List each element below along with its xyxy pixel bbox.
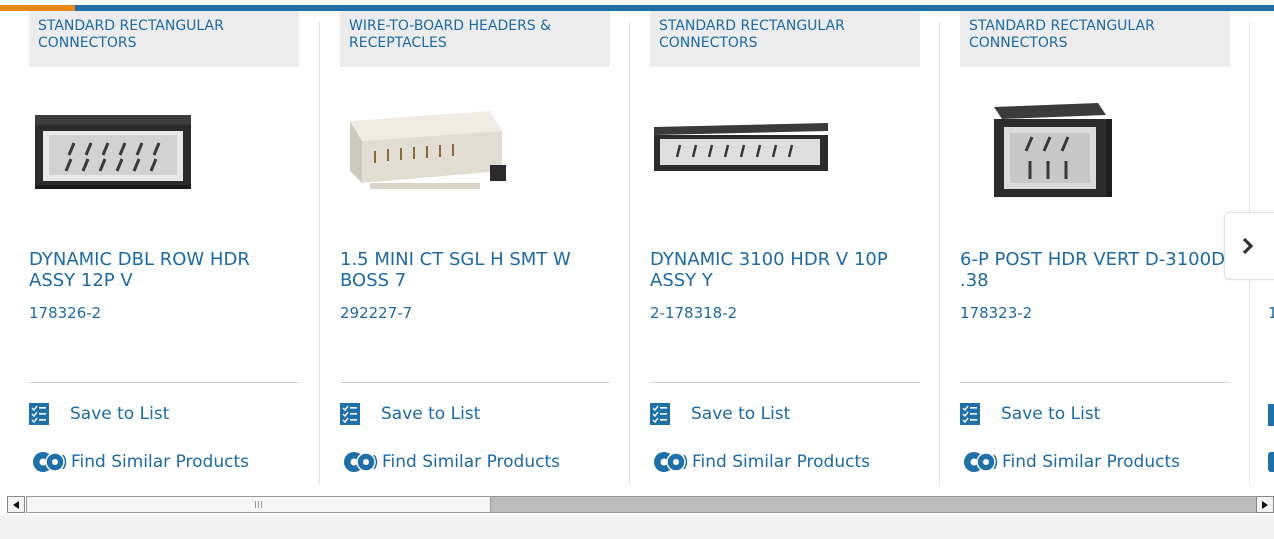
save-to-list-label: Save to List [691, 404, 791, 424]
product-category[interactable]: STANDARD RECTANGULAR CONNECTORS [650, 11, 920, 67]
scroll-right-button[interactable] [1256, 496, 1274, 513]
scrollbar-thumb[interactable] [26, 496, 491, 513]
save-to-list-button[interactable]: Save to List [340, 403, 480, 425]
scrollbar-track[interactable] [491, 496, 1256, 513]
product-carousel: STANDARD RECTANGULAR CONNECTORS DYNAMIC … [0, 0, 1274, 493]
card-separator [340, 382, 610, 383]
gears-icon [33, 452, 67, 472]
find-similar-label: Find Similar Products [1002, 452, 1180, 472]
save-to-list-label: Save to List [70, 404, 170, 424]
product-category[interactable]: STANDARD RECTANGULAR CONNECTORS [960, 11, 1230, 67]
chevron-right-icon [1242, 237, 1254, 255]
find-similar-button[interactable]: Find Similar Products [960, 450, 1180, 474]
product-name[interactable]: DYNAMIC 3100 HDR V 10P ASSY Y [650, 249, 915, 291]
save-to-list-button[interactable]: Save to List [650, 403, 790, 425]
find-similar-label: Find Similar Products [692, 452, 870, 472]
save-to-list-label: Save to List [381, 404, 481, 424]
product-name[interactable]: 6-P POST HDR VERT D-3100D .38 [960, 249, 1225, 291]
save-to-list-button[interactable]: Save to List [960, 403, 1100, 425]
save-to-list-label: Save to List [1001, 404, 1101, 424]
product-image[interactable] [29, 91, 229, 211]
part-number[interactable]: 2-178318-2 [650, 304, 737, 322]
checklist-icon[interactable] [1268, 404, 1274, 426]
checklist-icon [29, 403, 49, 425]
find-similar-button[interactable]: Find Similar Products [650, 450, 870, 474]
product-card: STANDARD RECTANGULAR CONNECTORS DYNAMIC … [650, 11, 920, 487]
part-number[interactable]: 178323-2 [960, 304, 1032, 322]
find-similar-label: Find Similar Products [71, 452, 249, 472]
carousel-next-button[interactable] [1224, 212, 1274, 280]
find-similar-button[interactable]: Find Similar Products [29, 450, 249, 474]
gears-icon[interactable] [1268, 452, 1274, 472]
checklist-icon [650, 403, 670, 425]
find-similar-button[interactable]: Find Similar Products [340, 450, 560, 474]
part-number[interactable]: 292227-7 [340, 304, 412, 322]
product-image[interactable] [960, 91, 1160, 211]
product-name[interactable]: DYNAMIC DBL ROW HDR ASSY 12P V [29, 249, 294, 291]
part-number[interactable]: 1 [1268, 304, 1274, 322]
card-separator [29, 382, 299, 383]
card-divider [319, 22, 320, 485]
product-image[interactable] [650, 91, 850, 211]
card-divider [629, 22, 630, 485]
grip-icon [255, 501, 262, 508]
product-card: STANDARD RECTANGULAR CONNECTORS 6-P POST… [960, 11, 1230, 487]
product-category[interactable]: STANDARD RECTANGULAR CONNECTORS [29, 11, 299, 67]
checklist-icon [960, 403, 980, 425]
scroll-left-button[interactable] [7, 496, 25, 513]
gears-icon [964, 452, 998, 472]
product-card: WIRE-TO-BOARD HEADERS & RECEPTACLES 1.5 … [340, 11, 610, 487]
product-card: STANDARD RECTANGULAR CONNECTORS DYNAMIC … [29, 11, 299, 487]
horizontal-scrollbar[interactable] [7, 494, 1274, 515]
gears-icon [654, 452, 688, 472]
triangle-left-icon [13, 500, 19, 509]
product-image[interactable] [340, 91, 540, 211]
triangle-right-icon [1262, 500, 1268, 509]
product-category[interactable]: WIRE-TO-BOARD HEADERS & RECEPTACLES [340, 11, 610, 67]
product-name[interactable]: 1.5 MINI CT SGL H SMT W BOSS 7 [340, 249, 605, 291]
card-divider [939, 22, 940, 485]
checklist-icon [340, 403, 360, 425]
gears-icon [344, 452, 378, 472]
card-separator [960, 382, 1230, 383]
save-to-list-button[interactable]: Save to List [29, 403, 169, 425]
page-footer-background [0, 515, 1274, 539]
find-similar-label: Find Similar Products [382, 452, 560, 472]
card-separator [650, 382, 920, 383]
part-number[interactable]: 178326-2 [29, 304, 101, 322]
